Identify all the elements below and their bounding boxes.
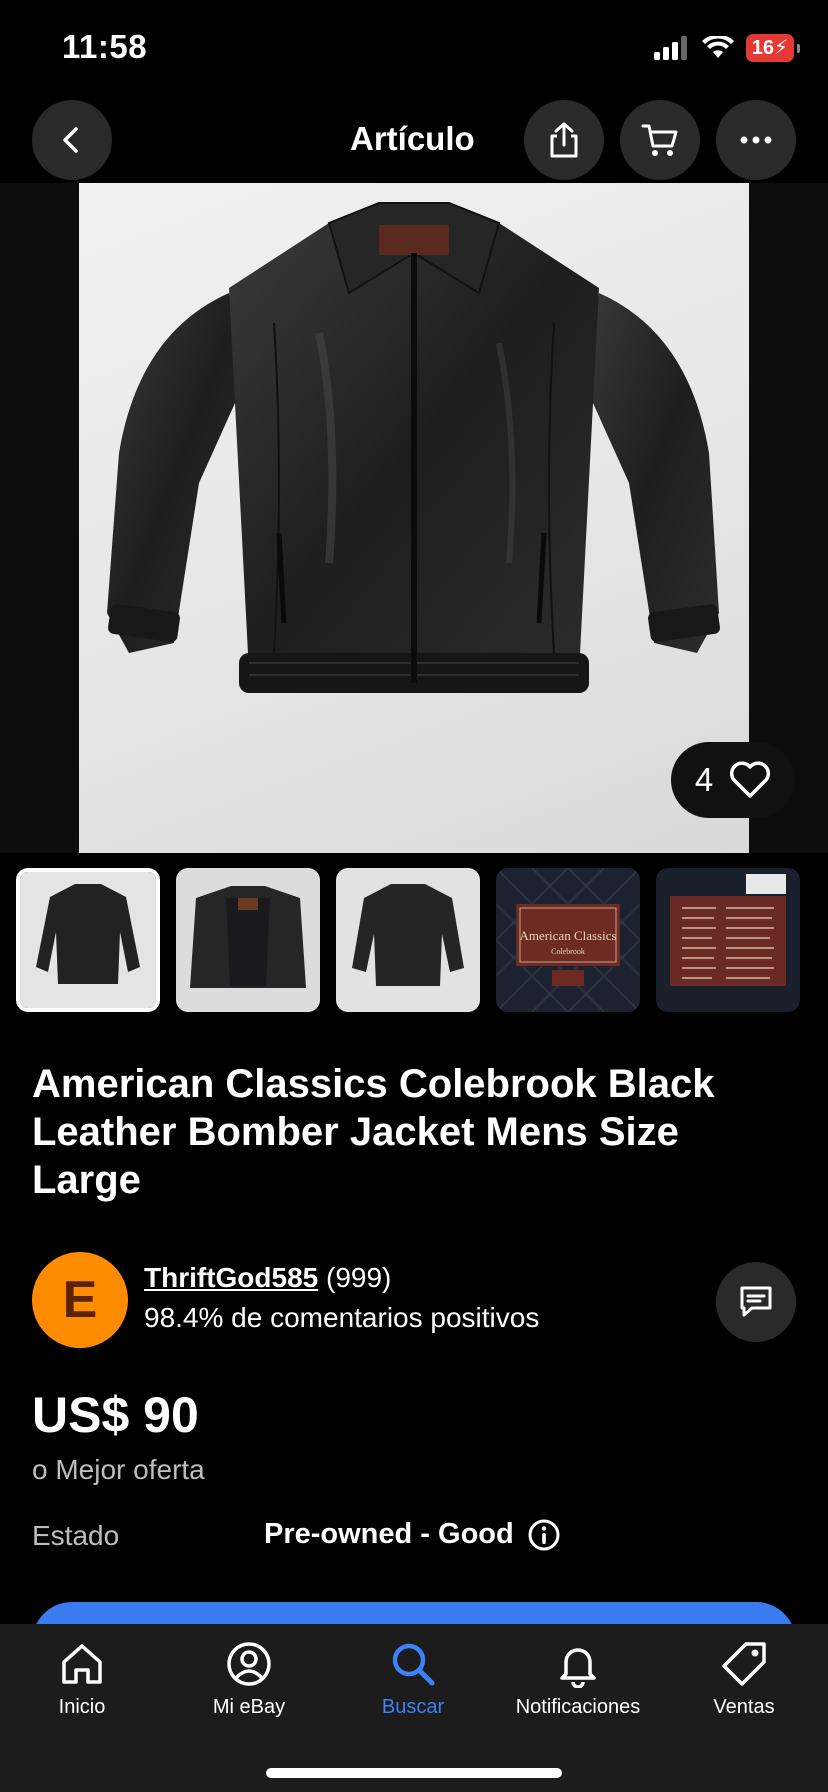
- seller-info: E ThriftGod585 (999) 98.4% de comentario…: [32, 1252, 796, 1348]
- charging-icon: ⚡: [773, 37, 788, 59]
- leather-jacket-image: [107, 202, 720, 693]
- jacket-inside-thumbnail: [176, 868, 320, 1012]
- nav-bar: Artículo: [0, 100, 828, 182]
- contact-seller-button[interactable]: [716, 1262, 796, 1342]
- condition-value-row: Pre-owned - Good: [264, 1518, 560, 1551]
- condition-value: Pre-owned - Good: [264, 1518, 514, 1550]
- condition-label: Estado: [32, 1520, 120, 1551]
- thumbnail-2[interactable]: [176, 868, 320, 1012]
- chat-icon: [740, 1286, 772, 1317]
- product-photo: [79, 183, 749, 853]
- thumbnail-4[interactable]: American Classics Colebrook: [496, 868, 640, 1012]
- thumbnail-strip: American Classics Colebrook: [16, 868, 828, 1012]
- page-title: Artículo: [350, 120, 475, 157]
- chevron-left-icon: [63, 127, 78, 153]
- search-icon: [392, 1643, 435, 1686]
- tag-icon: [722, 1642, 766, 1686]
- battery-level: 16: [751, 37, 774, 59]
- tab-bar: Inicio Mi eBay Buscar Notificaciones Ven…: [0, 1624, 828, 1792]
- battery-indicator: 16⚡: [745, 34, 801, 62]
- thumbnail-5[interactable]: [656, 868, 800, 1012]
- thumbnail-1[interactable]: [16, 868, 160, 1012]
- share-button[interactable]: [524, 100, 604, 180]
- thumbnail-3[interactable]: [336, 868, 480, 1012]
- tab-inicio[interactable]: Inicio: [2, 1640, 162, 1719]
- tab-label-inicio: Inicio: [58, 1696, 106, 1718]
- tab-buscar[interactable]: Buscar: [333, 1640, 493, 1719]
- tab-notificaciones[interactable]: Notificaciones: [498, 1640, 658, 1719]
- status-time: 11:58: [62, 28, 148, 65]
- tab-mi-ebay[interactable]: Mi eBay: [169, 1640, 329, 1719]
- tab-label-notificaciones: Notificaciones: [515, 1696, 641, 1718]
- jacket-back-thumbnail: [336, 868, 480, 1012]
- status-bar: 11:58 16⚡: [0, 0, 828, 96]
- tab-label-mi-ebay: Mi eBay: [212, 1696, 286, 1718]
- tab-label-buscar: Buscar: [381, 1696, 445, 1718]
- heart-icon: [730, 761, 771, 798]
- brand-label-thumbnail: American Classics Colebrook: [496, 868, 640, 1012]
- cart-button[interactable]: [620, 100, 700, 180]
- cart-icon: [641, 124, 678, 156]
- care-label-thumbnail: [656, 868, 800, 1012]
- seller-feedback: 98.4% de comentarios positivos: [144, 1302, 540, 1333]
- item-title: American Classics Colebrook Black Leathe…: [32, 1062, 715, 1202]
- signal-icon: [653, 36, 687, 60]
- seller-name-link[interactable]: ThriftGod585: [144, 1262, 318, 1293]
- best-offer-text: o Mejor oferta: [32, 1454, 205, 1485]
- seller-name-line: ThriftGod585 (999): [144, 1262, 391, 1294]
- share-icon: [550, 122, 578, 158]
- seller-score: (999): [326, 1262, 392, 1293]
- home-indicator: [266, 1768, 562, 1778]
- seller-avatar[interactable]: E: [32, 1252, 128, 1348]
- jacket-front-thumbnail: [20, 872, 156, 1008]
- brand-label-subtext: Colebrook: [551, 947, 585, 956]
- favorite-count: 4: [694, 761, 714, 798]
- tab-ventas[interactable]: Ventas: [664, 1640, 824, 1719]
- item-price: US$ 90: [32, 1387, 199, 1443]
- more-icon: [740, 136, 772, 144]
- account-icon: [227, 1642, 271, 1686]
- favorite-button[interactable]: 4: [671, 742, 795, 818]
- tab-label-ventas: Ventas: [713, 1696, 775, 1718]
- bell-icon: [560, 1648, 596, 1688]
- brand-label-text: American Classics: [519, 928, 616, 943]
- back-button[interactable]: [32, 100, 112, 180]
- status-icons: 16⚡: [653, 34, 801, 62]
- more-options-button[interactable]: [716, 100, 796, 180]
- home-icon: [62, 1644, 102, 1684]
- wifi-icon: [701, 36, 734, 58]
- info-icon[interactable]: [528, 1519, 560, 1551]
